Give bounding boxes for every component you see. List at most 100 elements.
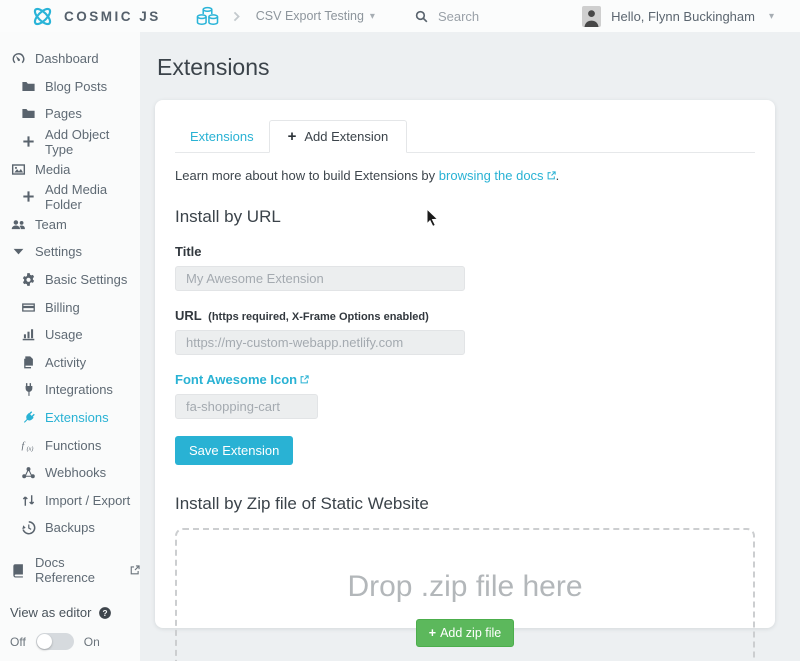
sidebar-item-integrations[interactable]: Integrations [0, 376, 140, 404]
folder-icon [20, 79, 36, 94]
save-extension-button[interactable]: Save Extension [175, 436, 294, 465]
sidebar-item-backups[interactable]: Backups [0, 514, 140, 542]
plus-icon: + [287, 128, 297, 145]
sidebar-item-blog-posts[interactable]: Blog Posts [0, 73, 140, 101]
svg-text:(x): (x) [26, 445, 33, 452]
font-awesome-link-row: Font Awesome Icon [175, 372, 755, 387]
sidebar-item-label: Settings [35, 244, 82, 260]
docs-link[interactable]: browsing the docs [439, 168, 544, 183]
view-as-editor-row: View as editor ? [0, 605, 140, 620]
sidebar-item-team[interactable]: Team [0, 211, 140, 239]
sidebar-item-docs-reference[interactable]: Docs Reference [0, 555, 140, 586]
sidebar-item-add-media-folder[interactable]: Add Media Folder [0, 181, 140, 212]
sidebar-item-functions[interactable]: f (x) Functions [0, 431, 140, 459]
sidebar-item-activity[interactable]: Activity [0, 349, 140, 377]
intro-after: . [555, 168, 560, 183]
sidebar-item-pages[interactable]: Pages [0, 100, 140, 128]
fx-icon: f (x) [20, 438, 36, 453]
install-zip-heading: Install by Zip file of Static Website [175, 494, 429, 513]
sidebar: Dashboard Blog Posts Pages Add Object Type M… [0, 32, 140, 661]
sidebar-item-add-object-type[interactable]: Add Object Type [0, 127, 140, 157]
caret-down-icon [10, 244, 26, 259]
intro-before: Learn more about how to build Extensions… [175, 168, 439, 183]
sidebar-item-billing[interactable]: Billing [0, 293, 140, 321]
sidebar-item-label: Basic Settings [45, 272, 128, 288]
dashboard-icon [10, 51, 26, 66]
url-label: URL (https required, X-Frame Options ena… [175, 308, 755, 323]
tab-add-extension[interactable]: + Add Extension [268, 120, 408, 153]
sidebar-item-label: Import / Export [45, 492, 131, 508]
question-circle-icon[interactable]: ? [98, 606, 112, 620]
sidebar-item-label: Docs Reference [35, 555, 95, 586]
font-awesome-link[interactable]: Font Awesome Icon [175, 372, 297, 387]
tab-extensions[interactable]: Extensions [175, 120, 269, 153]
bucket-selector[interactable]: CSV Export Testing ▾ [195, 6, 375, 27]
files-icon [20, 355, 36, 370]
title-label: Title [175, 244, 202, 259]
plug-angle-icon [20, 410, 36, 425]
bar-chart-icon [20, 327, 36, 342]
sidebar-item-usage[interactable]: Usage [0, 321, 140, 349]
plug-icon [20, 382, 36, 397]
url-input[interactable] [175, 330, 465, 355]
sidebar-item-import-export[interactable]: Import / Export [0, 487, 140, 515]
gear-icon [20, 272, 36, 287]
sidebar-item-extensions[interactable]: Extensions [0, 404, 140, 432]
history-icon [20, 520, 36, 535]
drop-zone-text: Drop .zip file here [347, 570, 583, 603]
sidebar-item-label: Backups [45, 520, 95, 536]
search-input[interactable] [435, 7, 556, 25]
credit-card-icon [20, 300, 36, 315]
external-link-icon [300, 372, 309, 387]
sidebar-item-label: Webhooks [45, 465, 107, 481]
sidebar-item-label: Media [35, 161, 71, 177]
sidebar-item-label: Team [35, 216, 67, 232]
plus-icon [20, 134, 36, 149]
book-icon [10, 563, 26, 578]
title-input[interactable] [175, 266, 465, 291]
avatar [582, 5, 602, 27]
view-as-editor-label: View as editor [10, 605, 92, 621]
add-zip-file-button[interactable]: + Add zip file [415, 619, 515, 647]
bucket-name: CSV Export Testing [255, 9, 364, 23]
icon-input[interactable] [175, 394, 318, 419]
sidebar-item-dashboard[interactable]: Dashboard [0, 45, 140, 73]
sidebar-item-label: Pages [45, 106, 82, 122]
cosmic-logo-icon [30, 4, 55, 29]
url-hint-text: (https required, X-Frame Options enabled… [208, 311, 429, 323]
intro-text: Learn more about how to build Extensions… [175, 168, 755, 183]
sidebar-item-settings[interactable]: Settings [0, 238, 140, 266]
sidebar-item-label: Blog Posts [45, 78, 108, 94]
plus-icon [20, 189, 36, 204]
chevron-right-icon [232, 11, 241, 22]
extensions-card: Extensions + Add Extension Learn more ab… [155, 100, 775, 661]
sidebar-item-label: Usage [45, 327, 83, 343]
plus-icon: + [428, 626, 437, 640]
external-link-icon [547, 168, 556, 183]
editor-toggle[interactable] [35, 633, 74, 651]
import-export-icon [20, 493, 36, 508]
sidebar-item-media[interactable]: Media [0, 155, 140, 183]
svg-text:f: f [21, 440, 25, 451]
image-icon [10, 162, 26, 177]
sidebar-item-label: Add Media Folder [45, 181, 108, 212]
search-box [415, 7, 556, 25]
tab-label: Add Extension [304, 129, 389, 144]
sidebar-item-webhooks[interactable]: Webhooks [0, 459, 140, 487]
caret-down-icon: ▾ [369, 10, 375, 22]
main-content: Extensions Extensions + Add Extension Le… [140, 32, 800, 661]
top-bar: COSMIC JS CSV Export Testing ▾ Hello [0, 0, 800, 32]
sidebar-item-basic-settings[interactable]: Basic Settings [0, 266, 140, 294]
brand-logo[interactable]: COSMIC JS [30, 4, 161, 29]
caret-down-icon: ▾ [768, 10, 774, 22]
tab-label: Extensions [190, 129, 254, 144]
brand-name: COSMIC JS [64, 8, 161, 24]
zip-drop-zone[interactable]: Drop .zip file here + Add zip file [175, 528, 755, 661]
sidebar-item-label: Extensions [45, 410, 109, 426]
user-menu[interactable]: Hello, Flynn Buckingham ▾ [582, 5, 774, 27]
sidebar-item-label: Functions [45, 437, 102, 453]
sidebar-item-label: Dashboard [35, 51, 99, 67]
webhooks-icon [20, 465, 36, 480]
sidebar-item-label: Billing [45, 299, 80, 315]
url-label-main: URL [175, 308, 202, 323]
